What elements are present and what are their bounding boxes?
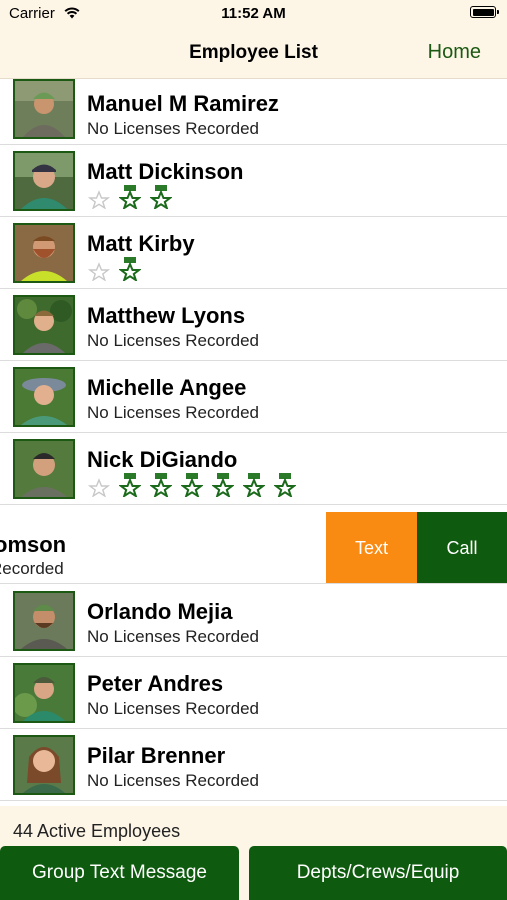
clock: 11:52 AM — [221, 5, 286, 22]
employee-row[interactable]: Nick DiGiando — [0, 433, 507, 505]
avatar — [13, 151, 75, 211]
battery-icon — [470, 6, 499, 18]
avatar — [13, 223, 75, 283]
license-status: No Licenses Recorded — [87, 771, 259, 790]
employee-name: Nick DiGiando — [87, 447, 238, 472]
avatar — [13, 591, 75, 651]
employee-row[interactable]: Matt Dickinson — [0, 145, 507, 217]
navigation-bar: Employee List Home — [0, 30, 507, 79]
employee-name: Matthew Lyons — [87, 303, 246, 328]
license-star-icon — [180, 473, 204, 499]
license-star-icon — [118, 257, 142, 283]
employee-name: omson — [0, 532, 67, 557]
license-star-icon — [149, 473, 173, 499]
avatar — [13, 663, 75, 723]
avatar — [13, 367, 75, 427]
employee-name: Matt Kirby — [87, 231, 195, 256]
license-star-inactive-icon — [87, 257, 111, 282]
license-star-icon — [118, 473, 142, 499]
avatar — [13, 439, 75, 499]
license-status: No Licenses Recorded — [87, 403, 259, 422]
license-status: No Licenses Recorded — [87, 699, 259, 718]
license-status: No Licenses Recorded — [87, 331, 259, 350]
employee-name: Pilar Brenner — [87, 743, 226, 768]
license-star-inactive-icon — [87, 473, 111, 498]
status-bar: Carrier 11:52 AM — [0, 0, 507, 30]
license-star-inactive-icon — [87, 185, 111, 210]
employee-name: Manuel M Ramirez — [87, 91, 279, 116]
depts-crews-equip-button[interactable]: Depts/Crews/Equip — [249, 846, 507, 900]
home-button[interactable]: Home — [428, 41, 481, 64]
license-star-icon — [149, 185, 173, 211]
employee-count: 44 Active Employees — [13, 821, 181, 841]
license-star-icon — [242, 473, 266, 499]
license-star-icon — [118, 185, 142, 211]
employee-row[interactable]: Peter Andres No Licenses Recorded — [0, 657, 507, 729]
call-action-button[interactable]: Call — [417, 512, 507, 583]
license-star-icon — [273, 473, 297, 499]
employee-row-swiped[interactable]: omson Recorded Text Call — [0, 512, 507, 584]
employee-name: Orlando Mejia — [87, 599, 233, 624]
avatar — [13, 735, 75, 795]
employee-row[interactable]: Manuel M Ramirez No Licenses Recorded — [0, 79, 507, 145]
employee-row[interactable]: Orlando Mejia No Licenses Recorded — [0, 585, 507, 657]
avatar — [13, 295, 75, 355]
employee-row[interactable]: Matt Kirby — [0, 217, 507, 289]
employee-name: Peter Andres — [87, 671, 224, 696]
license-stars — [87, 257, 150, 283]
group-text-button[interactable]: Group Text Message — [0, 846, 239, 900]
employee-row[interactable]: Pilar Brenner No Licenses Recorded — [0, 729, 507, 801]
avatar — [13, 79, 75, 139]
license-status: No Licenses Recorded — [87, 119, 259, 138]
employee-row[interactable]: Matthew Lyons No Licenses Recorded — [0, 289, 507, 361]
employee-list[interactable]: Manuel M Ramirez No Licenses Recorded Ma… — [0, 79, 507, 806]
license-stars — [87, 185, 181, 211]
employee-name: Michelle Angee — [87, 375, 247, 400]
employee-name: Matt Dickinson — [87, 159, 244, 184]
license-status: No Licenses Recorded — [87, 627, 259, 646]
license-status: Recorded — [0, 559, 64, 578]
license-stars — [87, 473, 305, 499]
text-action-button[interactable]: Text — [326, 512, 417, 583]
license-star-icon — [211, 473, 235, 499]
employee-row[interactable]: Michelle Angee No Licenses Recorded — [0, 361, 507, 433]
